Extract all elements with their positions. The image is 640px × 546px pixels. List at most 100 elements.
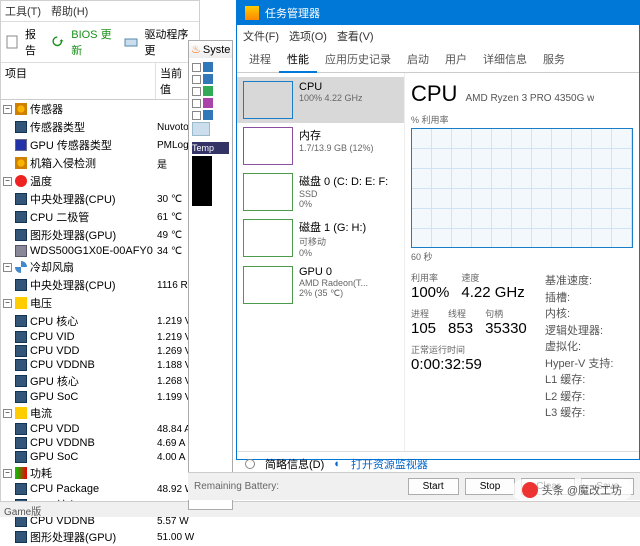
stat-value: 100% [411, 284, 449, 301]
side-stat: 基准速度: [545, 273, 633, 290]
mini-graph-gpu [243, 266, 293, 304]
row-label[interactable]: CPU VDDNB [30, 437, 157, 449]
watermark: 头条 @魔改工坊 [512, 479, 632, 501]
row-label[interactable]: CPU VDD [30, 423, 157, 435]
row-label[interactable]: CPU VDD [30, 345, 157, 357]
resmon-icon: ◐ [334, 458, 341, 470]
tab-processes[interactable]: 进程 [241, 47, 279, 72]
stat-label: 速度 [461, 271, 524, 284]
cat-fan[interactable]: 冷却风扇 [30, 259, 197, 275]
stat-value: 853 [448, 320, 473, 337]
collapse-icon[interactable]: − [3, 299, 12, 308]
expand-icon[interactable] [192, 63, 201, 72]
menu-options[interactable]: 选项(O) [289, 28, 327, 44]
task-manager-window[interactable]: 任务管理器 文件(F) 选项(O) 查看(V) 进程 性能 应用历史记录 启动 … [236, 0, 640, 460]
row-label[interactable]: 图形处理器(GPU) [30, 529, 157, 545]
chip-icon [15, 451, 27, 463]
remaining-battery-label: Remaining Battery: [194, 481, 279, 492]
menu-tools[interactable]: 工具(T) [5, 3, 41, 19]
collapse-icon[interactable]: − [3, 469, 12, 478]
tab-performance[interactable]: 性能 [279, 47, 317, 73]
row-label[interactable]: CPU 核心 [30, 313, 157, 329]
cat-sensor[interactable]: 传感器 [30, 101, 197, 117]
brief-info-link[interactable]: 简略信息(D) [265, 456, 324, 472]
driver-icon [124, 35, 138, 49]
expand-icon[interactable] [192, 87, 201, 96]
perf-item-cpu[interactable]: CPU100% 4.22 GHz [237, 77, 404, 123]
side-stat: 逻辑处理器: [545, 323, 633, 340]
collapse-icon[interactable]: − [3, 409, 12, 418]
row-label[interactable]: 机箱入侵检测 [30, 155, 157, 171]
tab-app-history[interactable]: 应用历史记录 [317, 47, 399, 72]
tm-menubar[interactable]: 文件(F) 选项(O) 查看(V) [237, 25, 639, 47]
cpu-usage-chart[interactable] [411, 128, 633, 248]
cat-current[interactable]: 电流 [30, 405, 197, 421]
chip-icon [15, 483, 27, 495]
col-name[interactable]: 项目 [1, 63, 156, 99]
row-label[interactable]: GPU 传感器类型 [30, 137, 157, 153]
perf-item-disk1[interactable]: 磁盘 1 (G: H:)可移动0% [237, 215, 404, 262]
menu-view[interactable]: 查看(V) [337, 28, 374, 44]
row-label[interactable]: CPU 二极管 [30, 209, 157, 225]
chip-icon [15, 345, 27, 357]
node-icon [203, 86, 213, 96]
row-label[interactable]: 传感器类型 [30, 119, 157, 135]
row-label[interactable]: 中央处理器(CPU) [30, 277, 157, 293]
overlay-title[interactable]: ♨Syste [189, 41, 232, 58]
menu-help[interactable]: 帮助(H) [51, 3, 88, 19]
tab-details[interactable]: 详细信息 [475, 47, 535, 72]
report-button[interactable]: 报告 [25, 26, 45, 58]
cat-power[interactable]: 功耗 [30, 465, 197, 481]
power-icon [15, 467, 27, 479]
collapse-icon[interactable]: − [3, 177, 12, 186]
overlay-title-text: Syste [203, 44, 231, 56]
row-label[interactable]: WDS500G1X0E-00AFY0 [30, 245, 157, 257]
node-icon [203, 110, 213, 120]
collapse-icon[interactable]: − [3, 263, 12, 272]
perf-item-disk0[interactable]: 磁盘 0 (C: D: E: F:SSD0% [237, 169, 404, 215]
cat-temp[interactable]: 温度 [30, 173, 197, 189]
expand-icon[interactable] [192, 75, 201, 84]
cat-volt[interactable]: 电压 [30, 295, 197, 311]
uptime-label: 正常运行时间 [411, 343, 537, 356]
row-label[interactable]: CPU VID [30, 331, 157, 343]
perf-item-gpu0[interactable]: GPU 0AMD Radeon(T...2% (35 ℃) [237, 262, 404, 308]
chip-icon [15, 279, 27, 291]
row-label[interactable]: CPU VDDNB [30, 359, 157, 371]
expand-icon[interactable] [192, 111, 201, 120]
mini-graph-disk0 [243, 173, 293, 211]
row-label[interactable]: 中央处理器(CPU) [30, 191, 157, 207]
stat-label: 进程 [411, 307, 436, 320]
tab-startup[interactable]: 启动 [399, 47, 437, 72]
row-label[interactable]: CPU Package [30, 483, 157, 495]
perf-detail: CPU AMD Ryzen 3 PRO 4350G w % 利用率 60 秒 利… [405, 73, 639, 451]
side-stat: 内核: [545, 306, 633, 323]
hwinfo-menubar[interactable]: 工具(T) 帮助(H) [1, 1, 199, 22]
tm-titlebar[interactable]: 任务管理器 [237, 1, 639, 25]
row-label[interactable]: GPU 核心 [30, 373, 157, 389]
current-icon [15, 407, 27, 419]
perf-item-memory[interactable]: 内存1.7/13.9 GB (12%) [237, 123, 404, 169]
chevron-up-icon[interactable] [245, 459, 255, 469]
mini-graph-cpu [243, 81, 293, 119]
tab-users[interactable]: 用户 [437, 47, 475, 72]
expand-icon[interactable] [192, 99, 201, 108]
row-label[interactable]: 图形处理器(GPU) [30, 227, 157, 243]
node-icon [203, 74, 213, 84]
row-label[interactable]: GPU SoC [30, 391, 157, 403]
perf-sub: 可移动 [299, 235, 366, 248]
fan-icon [15, 261, 27, 273]
start-button[interactable]: Start [408, 478, 459, 495]
overlay-window[interactable]: ♨Syste Temp [188, 40, 233, 510]
row-label[interactable]: GPU SoC [30, 451, 157, 463]
perf-name: 磁盘 1 (G: H:) [299, 219, 366, 235]
open-resmon-link[interactable]: 打开资源监视器 [351, 456, 428, 472]
stop-button[interactable]: Stop [465, 478, 516, 495]
tab-services[interactable]: 服务 [535, 47, 573, 72]
perf-name: GPU 0 [299, 266, 368, 278]
menu-file[interactable]: 文件(F) [243, 28, 279, 44]
bios-button[interactable]: BIOS 更新 [71, 26, 118, 58]
chip-icon [15, 391, 27, 403]
collapse-icon[interactable]: − [3, 105, 12, 114]
temp-label: Temp [192, 142, 229, 154]
